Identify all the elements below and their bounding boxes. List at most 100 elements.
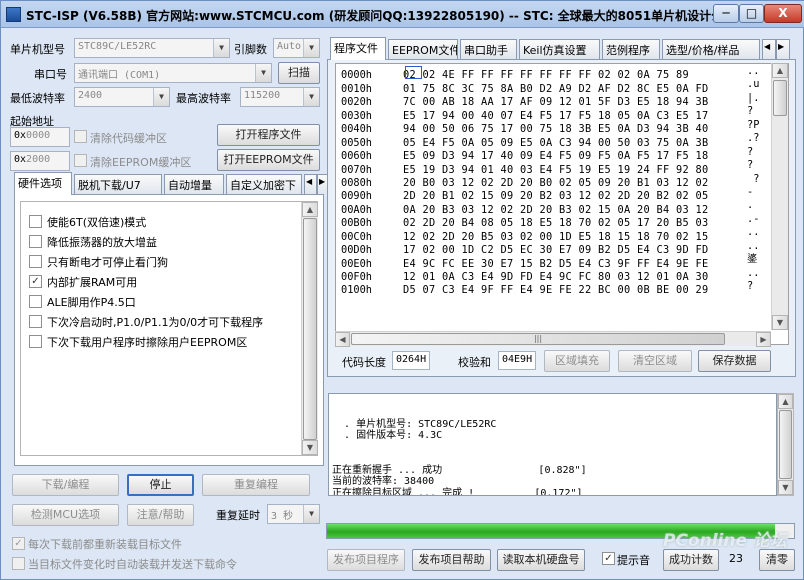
scroll-up-icon[interactable]: ▲: [772, 63, 788, 78]
close-button[interactable]: X: [764, 4, 802, 23]
save-data-button[interactable]: 保存数据: [698, 350, 771, 372]
tab-keil-simulation[interactable]: Keil仿真设置: [519, 39, 600, 59]
tab-scroll-left-icon[interactable]: ◀: [762, 39, 776, 59]
checksum-label: 校验和: [458, 356, 491, 369]
scroll-thumb[interactable]: |||: [351, 333, 725, 345]
option-checkbox[interactable]: [29, 235, 42, 248]
hex-row: 0020h 7C 00 AB 18 AA 17 AF 09 12 01 5F D3…: [341, 92, 765, 108]
tab-custom-encryption[interactable]: 自定义加密下: [226, 174, 302, 194]
left-tab-strip: 硬件选项 脱机下载/U7 自动增量 自定义加密下 ◀ ▶: [14, 172, 330, 195]
read-disk-id-button[interactable]: 读取本机硬盘号: [497, 549, 585, 571]
port-select[interactable]: 通讯端口 (COM1) ▼: [74, 63, 272, 83]
download-program-button[interactable]: 下载/编程: [12, 474, 119, 496]
notes-help-button[interactable]: 注意/帮助: [127, 504, 194, 526]
watermark: PConline 论坛: [663, 531, 787, 551]
success-count-label: 成功计数: [663, 549, 719, 571]
clear-area-button[interactable]: 清空区域: [618, 350, 692, 372]
code-length-value: 0264H: [392, 351, 430, 370]
repeat-delay-select[interactable]: 3 秒 ▼: [267, 504, 320, 524]
scroll-thumb[interactable]: [773, 80, 787, 116]
check-mcu-options-button[interactable]: 检测MCU选项: [12, 504, 119, 526]
sound-checkbox[interactable]: ✓: [602, 552, 615, 565]
publish-help-button[interactable]: 发布项目帮助: [412, 549, 491, 571]
tab-serial-assistant[interactable]: 串口助手: [460, 39, 517, 59]
log-scrollbar[interactable]: ▲ ▼: [777, 393, 794, 496]
clear-count-button[interactable]: 清零: [759, 549, 795, 571]
min-baud-value: 2400: [78, 90, 103, 101]
port-value: 通讯端口 (COM1): [78, 70, 161, 81]
option-checkbox[interactable]: [29, 215, 42, 228]
mcu-type-value: STC89C/LE52RC: [78, 41, 157, 52]
option-label: 只有断电才可停止看门狗: [47, 256, 168, 269]
mcu-type-select[interactable]: STC89C/LE52RC ▼: [74, 38, 230, 58]
hex-horizontal-scrollbar[interactable]: ◀ ||| ▶: [335, 331, 771, 347]
eeprom-start-address-value: 2000: [26, 154, 51, 165]
scroll-down-icon[interactable]: ▼: [772, 315, 788, 330]
option-checkbox[interactable]: [29, 335, 42, 348]
min-baud-label: 最低波特率: [10, 92, 65, 105]
option-label: ALE脚用作P4.5口: [47, 296, 136, 309]
mcu-type-label: 单片机型号: [10, 43, 65, 56]
scan-button[interactable]: 扫描: [278, 62, 320, 84]
scroll-up-icon[interactable]: ▲: [302, 202, 318, 217]
clear-eeprom-buffer-checkbox[interactable]: [74, 154, 87, 167]
hex-vertical-scrollbar[interactable]: ▲ ▼: [771, 63, 788, 330]
hex-row: 0060h E5 09 D3 94 17 40 09 E4 F5 09 F5 0A…: [341, 146, 765, 162]
repeat-program-button[interactable]: 重复编程: [202, 474, 310, 496]
auto-load-checkbox[interactable]: [12, 557, 25, 570]
option-checkbox[interactable]: [29, 255, 42, 268]
hex-ascii: ?: [747, 159, 754, 172]
scroll-thumb[interactable]: [779, 410, 792, 479]
min-baud-select[interactable]: 2400 ▼: [74, 87, 170, 107]
option-checkbox[interactable]: ✓: [29, 275, 42, 288]
option-checkbox[interactable]: [29, 295, 42, 308]
max-baud-select[interactable]: 115200 ▼: [240, 87, 320, 107]
tab-offline-download[interactable]: 脱机下载/U7: [74, 174, 162, 194]
hex-row: 00B0h 02 2D 20 B4 08 05 18 E5 18 70 02 05…: [341, 212, 765, 229]
hex-row: 0040h 94 00 50 06 75 17 00 75 18 3B E5 0A…: [341, 118, 765, 135]
tab-example-programs[interactable]: 范例程序: [602, 39, 660, 59]
tab-eeprom-file[interactable]: EEPROM文件: [388, 39, 458, 59]
stop-button[interactable]: 停止: [127, 474, 194, 496]
hex-ascii: ?P: [747, 118, 760, 131]
scroll-down-icon[interactable]: ▼: [778, 480, 793, 495]
hex-row: 0090h 2D 20 B1 02 15 09 20 B2 03 12 02 2D…: [341, 185, 765, 202]
hex-ascii: .-: [747, 212, 760, 225]
open-eeprom-file-button[interactable]: 打开EEPROM文件: [217, 149, 320, 171]
tab-scroll-left-icon[interactable]: ◀: [304, 174, 317, 194]
code-start-address-input[interactable]: 0x0000: [10, 127, 70, 147]
option-checkbox[interactable]: [29, 315, 42, 328]
scroll-right-icon[interactable]: ▶: [756, 332, 771, 347]
tab-program-file[interactable]: 程序文件: [330, 37, 386, 60]
clear-code-buffer-label: 清除代码缓冲区: [90, 132, 167, 145]
option-label: 使能6T(双倍速)模式: [47, 216, 147, 229]
pin-count-select[interactable]: Auto ▼: [273, 38, 320, 58]
minimize-button[interactable]: ─: [713, 4, 739, 23]
tab-hardware-options[interactable]: 硬件选项: [14, 172, 72, 195]
options-scrollbar[interactable]: ▲ ▼: [301, 202, 318, 455]
chevron-down-icon: ▼: [303, 505, 319, 523]
tab-auto-increment[interactable]: 自动增量: [164, 174, 224, 194]
scroll-left-icon[interactable]: ◀: [335, 332, 350, 347]
scroll-down-icon[interactable]: ▼: [302, 440, 318, 455]
maximize-button[interactable]: □: [739, 4, 764, 23]
reload-before-download-checkbox[interactable]: ✓: [12, 537, 25, 550]
success-count-value: 23: [729, 552, 743, 565]
tab-scroll-right-icon[interactable]: ▶: [776, 39, 790, 59]
tab-selection-price[interactable]: 选型/价格/样品: [662, 39, 760, 59]
hex-ascii: ..: [747, 266, 760, 279]
scroll-up-icon[interactable]: ▲: [778, 394, 793, 409]
eeprom-start-address-input[interactable]: 0x2000: [10, 151, 70, 171]
clear-code-buffer-checkbox[interactable]: [74, 130, 87, 143]
chevron-down-icon: ▼: [213, 39, 229, 57]
publish-project-button[interactable]: 发布项目程序: [327, 549, 405, 571]
hex-ascii: -: [747, 185, 754, 198]
scroll-thumb[interactable]: [303, 218, 317, 440]
pin-count-label: 引脚数: [234, 43, 267, 56]
chevron-down-icon: ▼: [255, 64, 271, 82]
hex-row: 00F0h 12 01 0A C3 E4 9D FD E4 9C FC 80 03…: [341, 266, 765, 283]
max-baud-label: 最高波特率: [176, 92, 231, 105]
fill-area-button[interactable]: 区域填充: [544, 350, 610, 372]
open-program-file-button[interactable]: 打开程序文件: [217, 124, 320, 146]
auto-load-label: 当目标文件变化时自动装载并发送下载命令: [28, 558, 237, 571]
